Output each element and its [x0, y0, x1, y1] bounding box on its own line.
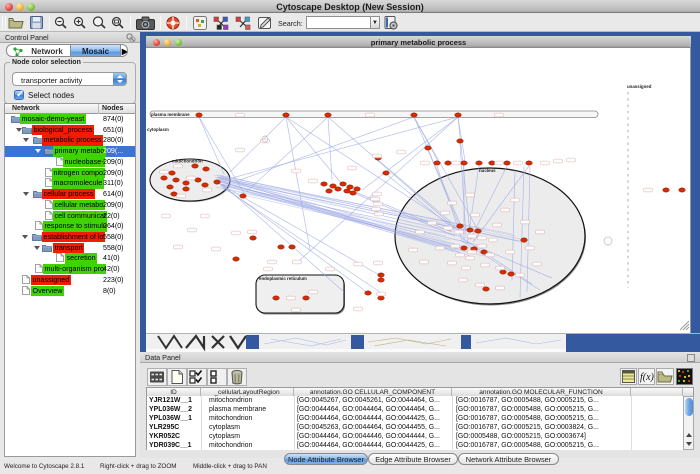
svg-text:plasma membrane: plasma membrane [151, 112, 190, 117]
svg-text:mitochondrion: mitochondrion [172, 159, 203, 164]
svg-text:cytoplasm: cytoplasm [147, 127, 169, 132]
svg-text:f(x): f(x) [640, 372, 655, 383]
svg-text:nucleus: nucleus [479, 168, 496, 173]
svg-text:unassigned: unassigned [627, 84, 652, 89]
svg-text:endoplasmic reticulum: endoplasmic reticulum [259, 276, 307, 281]
